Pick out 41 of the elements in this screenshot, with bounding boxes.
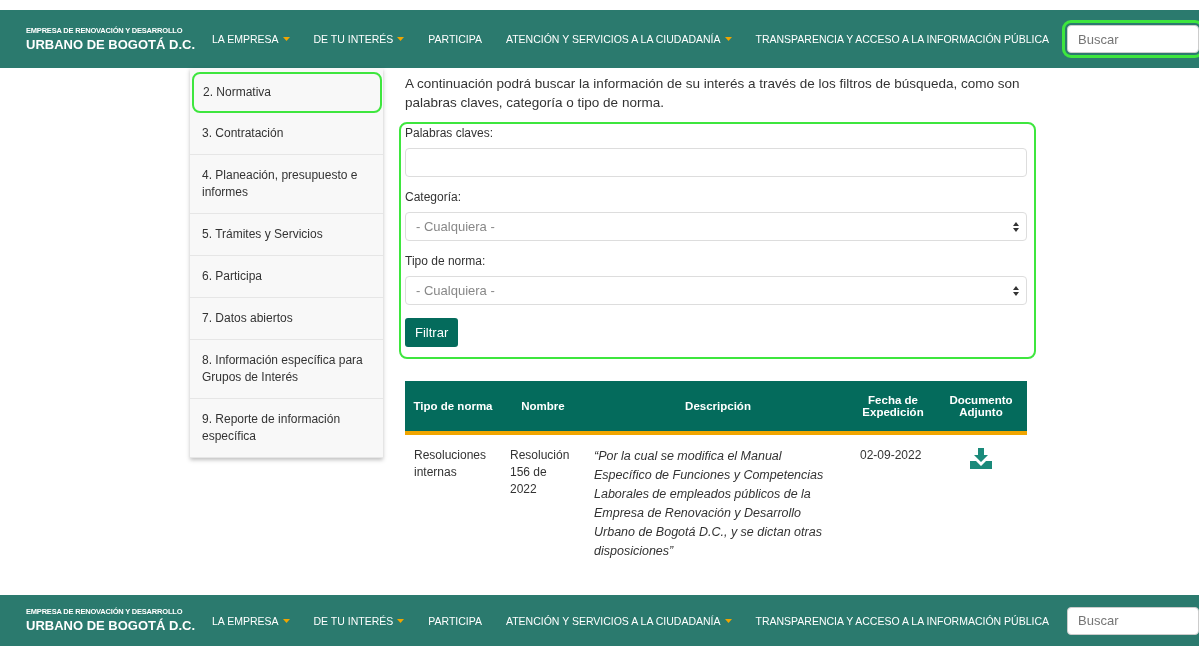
field-label: Palabras claves:	[405, 126, 495, 140]
updown-icon	[1013, 221, 1019, 232]
select-field[interactable]: - Cualquiera -	[405, 276, 1027, 305]
updown-icon	[1013, 285, 1019, 296]
sidebar-item[interactable]: 8. Información específica para Grupos de Interés	[190, 340, 383, 399]
column-header: Documento Adjunto	[935, 381, 1027, 433]
nav-link[interactable]: LA EMPRESA	[212, 33, 290, 45]
table-cell: Resoluciones internas	[405, 433, 501, 573]
column-header: Fecha de Expedición	[851, 381, 935, 433]
logo-text[interactable]: URBANO DE BOGOTÁ D.C.	[26, 35, 197, 53]
download-icon[interactable]	[970, 447, 992, 469]
filter-button[interactable]: Filtrar	[405, 318, 459, 347]
nav-link[interactable]: ATENCIÓN Y SERVICIOS A LA CIUDADANÍA	[505, 33, 732, 45]
sidebar-item[interactable]: 6. Participa	[190, 256, 383, 298]
column-header: Tipo de norma	[405, 381, 501, 433]
nav-link[interactable]: DE TU INTERÉS	[313, 33, 405, 45]
column-header: Descripción	[585, 381, 851, 433]
table-cell: 02-09-2022	[851, 433, 935, 573]
nav-link[interactable]: TRANSPARENCIA Y ACCESO A LA INFORMACIÓN PÚBLICA	[755, 33, 1049, 45]
sidebar-item[interactable]: 5. Trámites y Servicios	[190, 214, 383, 256]
nav-link[interactable]: TRANSPARENCIA Y ACCESO A LA INFORMACIÓN PÚBLICA	[755, 614, 1049, 627]
logo-text[interactable]: URBANO DE BOGOTÁ D.C.	[26, 617, 197, 634]
table-cell: Resolución 156 de 2022	[501, 433, 585, 573]
table-cell: “Por la cual se modifica el Manual Específico de Funciones y Competencias Laborales de empleados públicos de la Empresa de Renovación y Desarrollo Urbano de Bogotá D.C., y se dictan otras disposiciones”	[585, 433, 851, 573]
search-field[interactable]: Buscar	[1067, 606, 1199, 635]
sidebar-item[interactable]: 4. Planeación, presupuesto e informes	[190, 155, 383, 214]
field-label: Categoría:	[405, 190, 463, 204]
column-header: Nombre	[501, 381, 585, 433]
sidebar-item[interactable]: 7. Datos abiertos	[190, 298, 383, 340]
intro-text: A continuación podrá buscar la información de su interés a través de los filtros de búsqueda, como son palabras claves, categoría o tipo de norma.	[405, 75, 1021, 112]
input-field[interactable]	[405, 148, 1027, 177]
field-label: Tipo de norma:	[405, 254, 487, 268]
nav-link[interactable]: ATENCIÓN Y SERVICIOS A LA CIUDADANÍA	[505, 614, 732, 627]
sidebar-item[interactable]: 2. Normativa	[192, 72, 382, 113]
nav-link[interactable]: LA EMPRESA	[212, 614, 290, 627]
nav-link[interactable]: PARTICIPA	[428, 614, 482, 627]
sidebar-item[interactable]: 3. Contratación	[190, 113, 383, 155]
select-field[interactable]: - Cualquiera -	[405, 212, 1027, 241]
nav-link[interactable]: PARTICIPA	[428, 33, 482, 45]
nav-link[interactable]: DE TU INTERÉS	[313, 614, 405, 627]
sidebar-item[interactable]: 9. Reporte de información específica	[190, 399, 383, 458]
